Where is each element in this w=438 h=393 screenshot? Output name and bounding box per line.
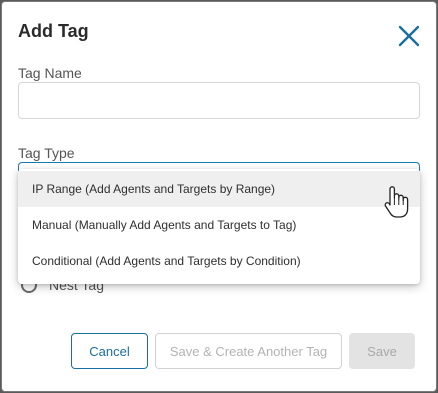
save-create-another-button[interactable]: Save & Create Another Tag: [155, 333, 342, 369]
tag-type-label: Tag Type: [18, 145, 75, 161]
option-manual[interactable]: Manual (Manually Add Agents and Targets …: [18, 207, 420, 243]
save-button[interactable]: Save: [349, 333, 415, 369]
tag-name-input[interactable]: [18, 82, 420, 119]
close-icon[interactable]: [395, 22, 423, 50]
dialog-title: Add Tag: [18, 21, 89, 41]
add-tag-dialog: Add Tag Tag Name Tag Type Nest Tag IP Ra…: [1, 1, 437, 392]
tag-type-dropdown: IP Range (Add Agents and Targets by Rang…: [18, 169, 420, 284]
option-conditional[interactable]: Conditional (Add Agents and Targets by C…: [18, 243, 420, 279]
cancel-button[interactable]: Cancel: [71, 333, 148, 369]
option-ip-range[interactable]: IP Range (Add Agents and Targets by Rang…: [18, 171, 420, 207]
tag-name-label: Tag Name: [18, 65, 82, 81]
hand-cursor-icon: [380, 184, 414, 220]
